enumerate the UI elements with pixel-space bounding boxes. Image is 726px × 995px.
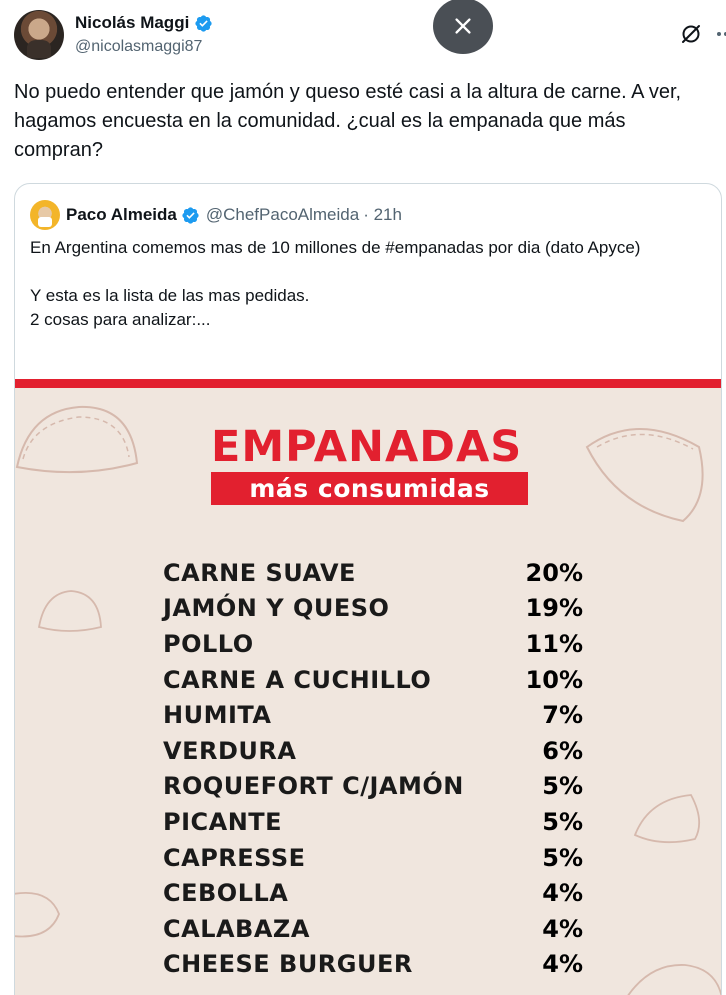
- ranking-percentage: 20%: [525, 558, 583, 587]
- ranking-percentage: 19%: [525, 594, 583, 623]
- quoted-text-line: En Argentina comemos mas de 10 millones …: [30, 238, 641, 257]
- poster-subtitle: más consumidas: [211, 472, 528, 505]
- quoted-tweet[interactable]: Paco Almeida @ChefPacoAlmeida · 21h En A…: [14, 183, 722, 995]
- ranking-percentage: 5%: [542, 843, 583, 872]
- ranking-row: PICANTE 5%: [163, 804, 583, 840]
- ranking-row: POLLO 11%: [163, 626, 583, 662]
- tweet-text: No puedo entender que jamón y queso esté…: [14, 81, 682, 161]
- empanada-doodle-icon: [15, 405, 139, 474]
- empanada-ranking-list: CARNE SUAVE 20% JAMÓN Y QUESO 19% POLLO 11% CA…: [163, 555, 583, 982]
- ranking-row: CALABAZA 4%: [163, 911, 583, 947]
- poster-title: EMPANADAS: [211, 422, 523, 472]
- ranking-flavor: CAPRESSE: [163, 843, 306, 872]
- ranking-flavor: CEBOLLA: [163, 879, 289, 908]
- ranking-flavor: POLLO: [163, 629, 254, 658]
- empanada-doodle-icon: [37, 590, 102, 632]
- quoted-text-blank: [30, 260, 710, 284]
- ranking-percentage: 10%: [525, 665, 583, 694]
- ranking-percentage: 7%: [542, 701, 583, 730]
- quoted-author-name[interactable]: Paco Almeida: [66, 205, 177, 225]
- empanada-doodle-icon: [15, 892, 60, 938]
- ranking-flavor: JAMÓN Y QUESO: [163, 594, 390, 623]
- ranking-row: CHEESE BURGUER 4%: [163, 947, 583, 983]
- empanada-doodle-icon: [627, 964, 721, 995]
- ranking-percentage: 11%: [525, 629, 583, 658]
- author-handle[interactable]: @nicolasmaggi87: [75, 36, 213, 58]
- ranking-row: VERDURA 6%: [163, 733, 583, 769]
- quoted-timestamp[interactable]: · 21h: [363, 205, 402, 225]
- ranking-row: ROQUEFORT C/JAMÓN 5%: [163, 769, 583, 805]
- author-name-row[interactable]: Nicolás Maggi: [75, 12, 213, 34]
- quoted-tweet-text: En Argentina comemos mas de 10 millones …: [30, 236, 710, 332]
- quoted-tweet-header: Paco Almeida @ChefPacoAlmeida · 21h: [30, 200, 402, 230]
- ranking-percentage: 4%: [542, 914, 583, 943]
- close-icon: [455, 18, 471, 34]
- ranking-flavor: CARNE SUAVE: [163, 558, 356, 587]
- ranking-row: HUMITA 7%: [163, 697, 583, 733]
- ranking-percentage: 5%: [542, 772, 583, 801]
- ranking-percentage: 5%: [542, 807, 583, 836]
- verified-badge-icon: [195, 14, 212, 32]
- more-icon[interactable]: [714, 22, 726, 46]
- ranking-flavor: VERDURA: [163, 736, 297, 765]
- ranking-flavor: CHEESE BURGUER: [163, 950, 413, 979]
- ranking-percentage: 4%: [542, 879, 583, 908]
- verified-badge-icon: [182, 206, 199, 224]
- ranking-flavor: CARNE A CUCHILLO: [163, 665, 432, 694]
- close-button[interactable]: [433, 0, 493, 54]
- tweet-header: Nicolás Maggi @nicolasmaggi87: [14, 0, 726, 62]
- author-block: Nicolás Maggi @nicolasmaggi87: [75, 12, 213, 58]
- empanada-doodle-icon: [633, 794, 701, 844]
- empanada-doodle-icon: [585, 428, 704, 523]
- poster-red-bar: [15, 379, 721, 388]
- quoted-author-avatar[interactable]: [30, 200, 60, 230]
- ranking-row: CEBOLLA 4%: [163, 875, 583, 911]
- ranking-row: CARNE A CUCHILLO 10%: [163, 662, 583, 698]
- author-avatar[interactable]: [14, 10, 64, 60]
- quoted-text-line: 2 cosas para analizar:...: [30, 310, 211, 329]
- ranking-percentage: 6%: [542, 736, 583, 765]
- ranking-flavor: CALABAZA: [163, 914, 310, 943]
- ranking-row: JAMÓN Y QUESO 19%: [163, 591, 583, 627]
- ranking-percentage: 4%: [542, 950, 583, 979]
- ranking-flavor: ROQUEFORT C/JAMÓN: [163, 772, 464, 801]
- empanadas-poster-image[interactable]: EMPANADAS más consumidas CARNE SUAVE 20% J…: [15, 379, 721, 995]
- author-name[interactable]: Nicolás Maggi: [75, 12, 189, 34]
- quoted-text-line: Y esta es la lista de las mas pedidas.: [30, 286, 310, 305]
- grok-icon[interactable]: [679, 22, 703, 46]
- ranking-row: CAPRESSE 5%: [163, 840, 583, 876]
- ranking-flavor: HUMITA: [163, 701, 272, 730]
- ranking-flavor: PICANTE: [163, 807, 283, 836]
- ranking-row: CARNE SUAVE 20%: [163, 555, 583, 591]
- quoted-author-handle[interactable]: @ChefPacoAlmeida: [206, 205, 359, 225]
